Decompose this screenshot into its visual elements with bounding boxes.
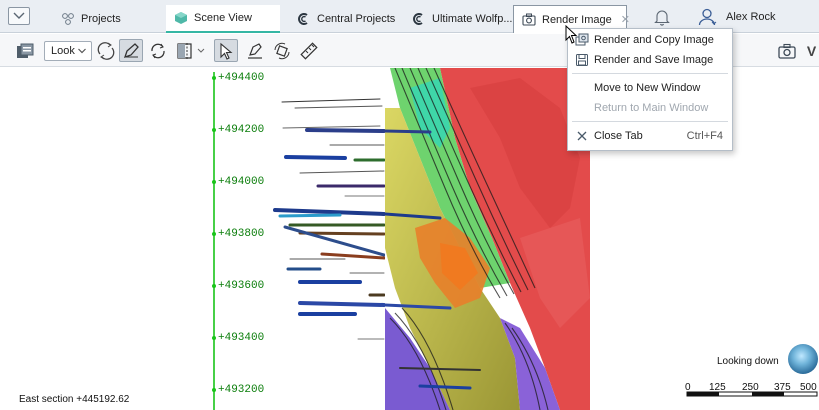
northing-label: +493400 bbox=[218, 332, 265, 344]
northing-label: +494000 bbox=[218, 176, 265, 188]
user-icon bbox=[698, 8, 717, 26]
geology-surfaces bbox=[385, 68, 590, 410]
rotate-icon bbox=[97, 41, 115, 60]
scale-label: 500 bbox=[800, 382, 817, 393]
ruler-icon bbox=[300, 41, 318, 60]
tab-projects[interactable]: Projects bbox=[53, 5, 129, 33]
mouse-cursor-icon bbox=[565, 25, 578, 44]
menu-item-move-new-window[interactable]: Move to New Window bbox=[568, 78, 732, 98]
menu-item-close-tab[interactable]: Close Tab Ctrl+F4 bbox=[568, 126, 732, 146]
camera-icon bbox=[522, 13, 536, 27]
tab-label: Render Image bbox=[542, 13, 612, 26]
scale-label: 125 bbox=[709, 382, 726, 393]
tab-context-menu: Render and Copy Image Render and Save Im… bbox=[567, 28, 733, 151]
northing-label: +493200 bbox=[218, 384, 265, 396]
more-toolbar-icon[interactable]: V bbox=[804, 39, 819, 62]
menu-separator bbox=[572, 121, 728, 122]
tab-label: Central Projects bbox=[317, 13, 396, 25]
scale-label: 0 bbox=[685, 382, 691, 393]
projects-icon bbox=[61, 12, 75, 26]
slice-icon bbox=[177, 42, 205, 59]
select-tool-button[interactable] bbox=[214, 39, 238, 62]
scale-label: 375 bbox=[774, 382, 791, 393]
cycle-icon bbox=[151, 43, 165, 58]
view-orientation-widget[interactable] bbox=[788, 344, 818, 374]
menu-item-label: Render and Copy Image bbox=[594, 34, 714, 46]
menu-item-render-save[interactable]: Render and Save Image bbox=[568, 50, 732, 70]
chevron-down-icon bbox=[13, 12, 25, 19]
user-account[interactable]: Alex Rock bbox=[698, 8, 776, 26]
close-icon bbox=[575, 129, 589, 143]
menu-item-label: Return to Main Window bbox=[594, 102, 709, 114]
scale-label: 250 bbox=[742, 382, 759, 393]
menu-item-return-main-window: Return to Main Window bbox=[568, 98, 732, 118]
tab-label: Ultimate Wolfp... bbox=[432, 13, 513, 25]
northing-label: +494400 bbox=[218, 72, 265, 84]
view-list-button[interactable] bbox=[14, 39, 36, 62]
camera-icon bbox=[778, 43, 796, 59]
user-name: Alex Rock bbox=[726, 11, 776, 23]
refresh-tool-button[interactable] bbox=[146, 39, 170, 62]
ruler-tool-button[interactable] bbox=[297, 39, 321, 62]
slice-tool-button[interactable] bbox=[174, 39, 208, 62]
northing-label: +494200 bbox=[218, 124, 265, 136]
pen-measure-icon bbox=[248, 42, 262, 59]
drillhole-traces bbox=[273, 98, 386, 340]
bell-icon[interactable] bbox=[654, 8, 670, 26]
rotate-3d-icon bbox=[274, 42, 290, 59]
close-icon[interactable]: ✕ bbox=[621, 13, 630, 26]
menu-item-shortcut: Ctrl+F4 bbox=[686, 130, 723, 142]
northing-label: +493800 bbox=[218, 228, 265, 240]
measure-tool-button[interactable] bbox=[243, 39, 267, 62]
section-label: East section +445192.62 bbox=[19, 394, 130, 405]
draw-tool-button[interactable] bbox=[119, 39, 143, 62]
tab-scene-view[interactable]: Scene View bbox=[166, 5, 280, 33]
northing-label: +493600 bbox=[218, 280, 265, 292]
cursor-arrow-icon bbox=[220, 42, 233, 60]
menu-item-label: Close Tab bbox=[594, 130, 643, 142]
save-icon bbox=[575, 53, 589, 67]
rotate-tool-button[interactable] bbox=[94, 39, 118, 62]
menu-separator bbox=[572, 73, 728, 74]
view-direction-label: Looking down bbox=[717, 356, 779, 367]
look-dropdown[interactable]: Look bbox=[44, 41, 92, 61]
tab-label: Projects bbox=[81, 13, 121, 25]
central-icon bbox=[412, 12, 426, 26]
tab-label: Scene View bbox=[194, 12, 252, 24]
rotate-3d-tool-button[interactable] bbox=[270, 39, 294, 62]
render-camera-button[interactable] bbox=[776, 39, 798, 62]
pencil-icon bbox=[123, 42, 139, 58]
menu-item-label: Move to New Window bbox=[594, 82, 701, 94]
look-label: Look bbox=[51, 45, 75, 57]
scene-view-icon bbox=[174, 11, 188, 25]
central-icon bbox=[297, 12, 311, 26]
menu-item-render-copy[interactable]: Render and Copy Image bbox=[568, 30, 732, 50]
tab-central-projects[interactable]: Central Projects bbox=[289, 5, 403, 33]
chevron-down-icon bbox=[78, 48, 86, 54]
menu-item-label: Render and Save Image bbox=[594, 54, 714, 66]
tab-menu-button[interactable] bbox=[8, 7, 30, 25]
scene-list-icon bbox=[17, 43, 34, 58]
